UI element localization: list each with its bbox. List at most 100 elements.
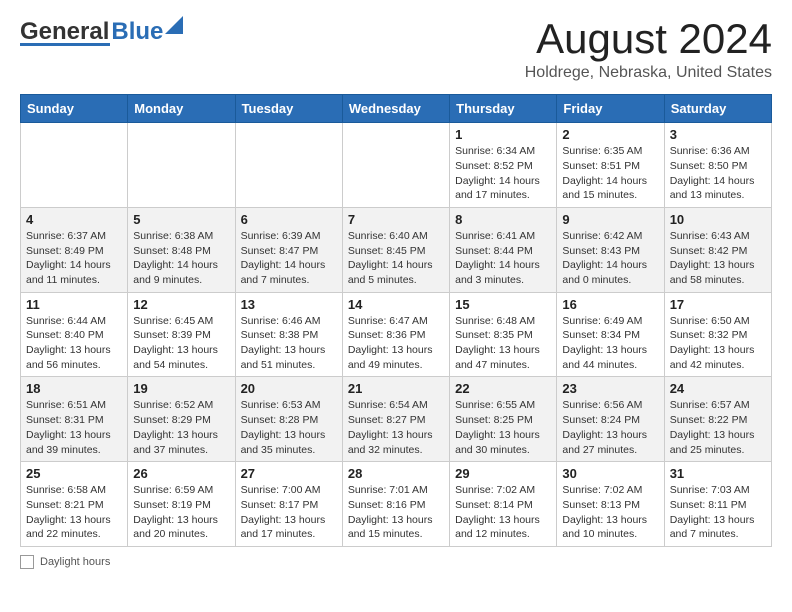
day-number: 22: [455, 381, 551, 396]
legend-color-box: [20, 555, 34, 569]
day-info: Sunrise: 6:36 AM Sunset: 8:50 PM Dayligh…: [670, 144, 766, 203]
day-number: 19: [133, 381, 229, 396]
calendar-cell: [342, 123, 449, 208]
day-number: 27: [241, 466, 337, 481]
calendar-cell: 22 Sunrise: 6:55 AM Sunset: 8:25 PM Dayli…: [450, 377, 557, 462]
calendar-cell: 12 Sunrise: 6:45 AM Sunset: 8:39 PM Dayli…: [128, 292, 235, 377]
legend-label: Daylight hours: [40, 556, 110, 568]
day-info: Sunrise: 6:55 AM Sunset: 8:25 PM Dayligh…: [455, 398, 551, 457]
day-number: 11: [26, 297, 122, 312]
day-number: 14: [348, 297, 444, 312]
calendar-header-friday: Friday: [557, 95, 664, 123]
calendar-cell: 9 Sunrise: 6:42 AM Sunset: 8:43 PM Daylig…: [557, 207, 664, 292]
calendar-header-monday: Monday: [128, 95, 235, 123]
day-number: 29: [455, 466, 551, 481]
day-info: Sunrise: 6:44 AM Sunset: 8:40 PM Dayligh…: [26, 314, 122, 373]
calendar-cell: 27 Sunrise: 7:00 AM Sunset: 8:17 PM Dayli…: [235, 462, 342, 547]
day-number: 4: [26, 212, 122, 227]
day-info: Sunrise: 7:00 AM Sunset: 8:17 PM Dayligh…: [241, 483, 337, 542]
logo-general: General: [20, 18, 109, 46]
day-number: 5: [133, 212, 229, 227]
calendar-cell: 24 Sunrise: 6:57 AM Sunset: 8:22 PM Dayli…: [664, 377, 771, 462]
day-info: Sunrise: 6:41 AM Sunset: 8:44 PM Dayligh…: [455, 229, 551, 288]
day-info: Sunrise: 7:01 AM Sunset: 8:16 PM Dayligh…: [348, 483, 444, 542]
page-header: General Blue August 2024 Holdrege, Nebra…: [20, 16, 772, 82]
calendar-cell: 29 Sunrise: 7:02 AM Sunset: 8:14 PM Dayli…: [450, 462, 557, 547]
calendar-cell: [128, 123, 235, 208]
day-number: 13: [241, 297, 337, 312]
day-number: 3: [670, 127, 766, 142]
day-info: Sunrise: 6:57 AM Sunset: 8:22 PM Dayligh…: [670, 398, 766, 457]
calendar-cell: 15 Sunrise: 6:48 AM Sunset: 8:35 PM Dayli…: [450, 292, 557, 377]
calendar-cell: [21, 123, 128, 208]
logo: General Blue: [20, 16, 183, 46]
day-info: Sunrise: 6:40 AM Sunset: 8:45 PM Dayligh…: [348, 229, 444, 288]
day-number: 15: [455, 297, 551, 312]
calendar-cell: 26Sunrise: 6:59 AM Sunset: 8:19 PM Dayli…: [128, 462, 235, 547]
calendar-header-tuesday: Tuesday: [235, 95, 342, 123]
day-info: Sunrise: 7:02 AM Sunset: 8:14 PM Dayligh…: [455, 483, 551, 542]
day-info: Sunrise: 6:46 AM Sunset: 8:38 PM Dayligh…: [241, 314, 337, 373]
calendar-cell: 23Sunrise: 6:56 AM Sunset: 8:24 PM Dayli…: [557, 377, 664, 462]
day-info: Sunrise: 6:48 AM Sunset: 8:35 PM Dayligh…: [455, 314, 551, 373]
calendar-cell: 10Sunrise: 6:43 AM Sunset: 8:42 PM Dayli…: [664, 207, 771, 292]
day-info: Sunrise: 6:38 AM Sunset: 8:48 PM Dayligh…: [133, 229, 229, 288]
day-number: 12: [133, 297, 229, 312]
month-title: August 2024: [525, 16, 772, 62]
day-number: 23: [562, 381, 658, 396]
day-info: Sunrise: 6:39 AM Sunset: 8:47 PM Dayligh…: [241, 229, 337, 288]
day-info: Sunrise: 6:45 AM Sunset: 8:39 PM Dayligh…: [133, 314, 229, 373]
calendar-cell: 20 Sunrise: 6:53 AM Sunset: 8:28 PM Dayli…: [235, 377, 342, 462]
day-info: Sunrise: 6:52 AM Sunset: 8:29 PM Dayligh…: [133, 398, 229, 457]
day-number: 31: [670, 466, 766, 481]
calendar-header-row: SundayMondayTuesdayWednesdayThursdayFrid…: [21, 95, 772, 123]
day-number: 17: [670, 297, 766, 312]
day-info: Sunrise: 7:02 AM Sunset: 8:13 PM Dayligh…: [562, 483, 658, 542]
calendar-header-sunday: Sunday: [21, 95, 128, 123]
day-number: 16: [562, 297, 658, 312]
calendar-header-wednesday: Wednesday: [342, 95, 449, 123]
calendar-cell: 3 Sunrise: 6:36 AM Sunset: 8:50 PM Daylig…: [664, 123, 771, 208]
calendar-cell: 1 Sunrise: 6:34 AM Sunset: 8:52 PM Daylig…: [450, 123, 557, 208]
day-number: 30: [562, 466, 658, 481]
day-info: Sunrise: 6:43 AM Sunset: 8:42 PM Dayligh…: [670, 229, 766, 288]
logo-arrow-icon: [165, 16, 183, 34]
day-number: 8: [455, 212, 551, 227]
calendar-cell: 25 Sunrise: 6:58 AM Sunset: 8:21 PM Dayli…: [21, 462, 128, 547]
day-info: Sunrise: 6:53 AM Sunset: 8:28 PM Dayligh…: [241, 398, 337, 457]
day-info: Sunrise: 6:34 AM Sunset: 8:52 PM Dayligh…: [455, 144, 551, 203]
calendar-cell: 13 Sunrise: 6:46 AM Sunset: 8:38 PM Dayli…: [235, 292, 342, 377]
calendar-cell: 28Sunrise: 7:01 AM Sunset: 8:16 PM Dayli…: [342, 462, 449, 547]
day-number: 21: [348, 381, 444, 396]
day-info: Sunrise: 6:47 AM Sunset: 8:36 PM Dayligh…: [348, 314, 444, 373]
calendar-cell: 14 Sunrise: 6:47 AM Sunset: 8:36 PM Dayli…: [342, 292, 449, 377]
day-number: 9: [562, 212, 658, 227]
day-number: 20: [241, 381, 337, 396]
day-number: 25: [26, 466, 122, 481]
day-info: Sunrise: 6:59 AM Sunset: 8:19 PM Dayligh…: [133, 483, 229, 542]
day-info: Sunrise: 6:42 AM Sunset: 8:43 PM Dayligh…: [562, 229, 658, 288]
logo-underline: [20, 43, 110, 46]
calendar-cell: 21Sunrise: 6:54 AM Sunset: 8:27 PM Dayli…: [342, 377, 449, 462]
day-number: 1: [455, 127, 551, 142]
day-info: Sunrise: 6:58 AM Sunset: 8:21 PM Dayligh…: [26, 483, 122, 542]
day-number: 2: [562, 127, 658, 142]
calendar-cell: [235, 123, 342, 208]
title-area: August 2024 Holdrege, Nebraska, United S…: [525, 16, 772, 82]
calendar-cell: 30 Sunrise: 7:02 AM Sunset: 8:13 PM Dayli…: [557, 462, 664, 547]
calendar-cell: 19 Sunrise: 6:52 AM Sunset: 8:29 PM Dayli…: [128, 377, 235, 462]
day-info: Sunrise: 6:49 AM Sunset: 8:34 PM Dayligh…: [562, 314, 658, 373]
calendar-week-row: 25 Sunrise: 6:58 AM Sunset: 8:21 PM Dayli…: [21, 462, 772, 547]
day-number: 18: [26, 381, 122, 396]
day-info: Sunrise: 6:51 AM Sunset: 8:31 PM Dayligh…: [26, 398, 122, 457]
day-number: 6: [241, 212, 337, 227]
day-info: Sunrise: 6:37 AM Sunset: 8:49 PM Dayligh…: [26, 229, 122, 288]
day-number: 7: [348, 212, 444, 227]
calendar-cell: 11 Sunrise: 6:44 AM Sunset: 8:40 PM Dayli…: [21, 292, 128, 377]
calendar-week-row: 1 Sunrise: 6:34 AM Sunset: 8:52 PM Daylig…: [21, 123, 772, 208]
calendar-cell: 16 Sunrise: 6:49 AM Sunset: 8:34 PM Dayli…: [557, 292, 664, 377]
day-number: 24: [670, 381, 766, 396]
legend-area: Daylight hours: [20, 555, 772, 569]
day-info: Sunrise: 6:50 AM Sunset: 8:32 PM Dayligh…: [670, 314, 766, 373]
calendar-cell: 18 Sunrise: 6:51 AM Sunset: 8:31 PM Dayli…: [21, 377, 128, 462]
